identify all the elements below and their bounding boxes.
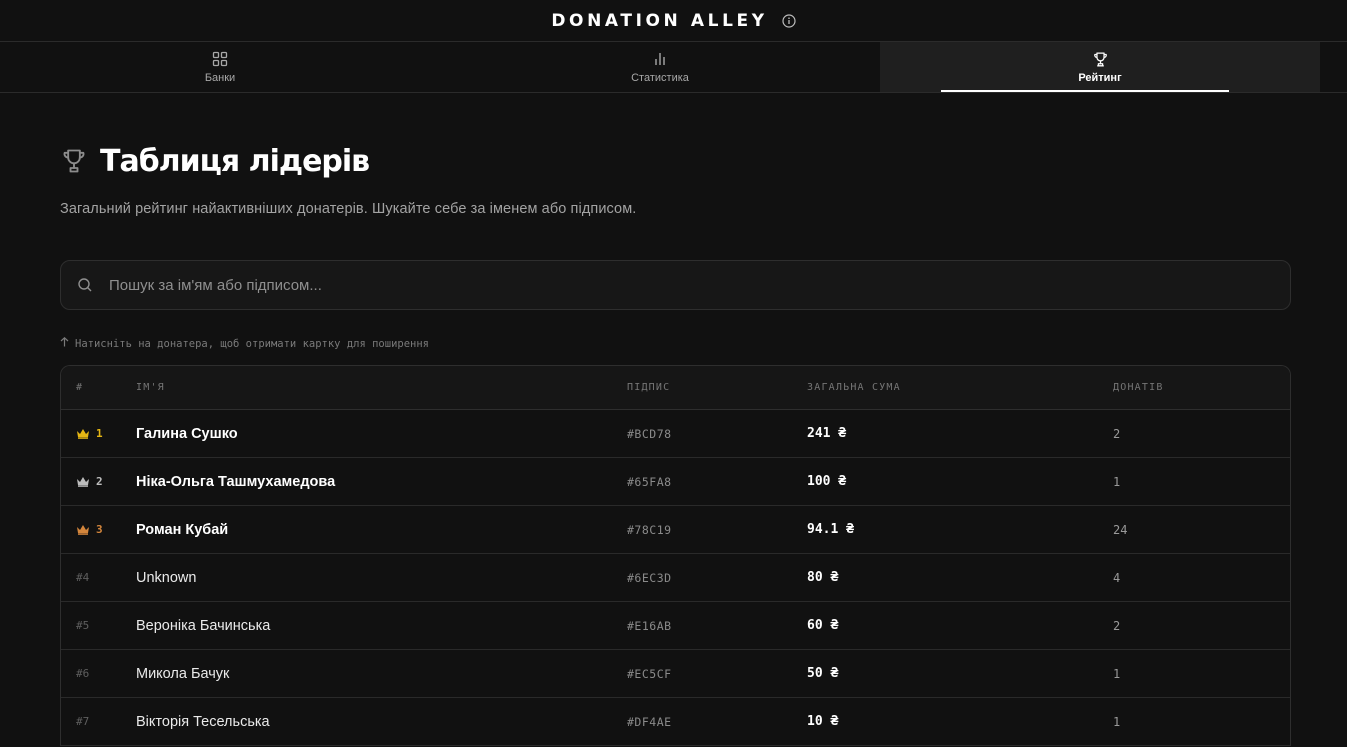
search-icon	[77, 277, 93, 293]
crown-silver-icon	[76, 476, 90, 487]
arrow-up-icon	[60, 336, 69, 350]
rank-number: 3	[96, 523, 103, 536]
donor-total: 60 ₴	[807, 618, 839, 633]
table-header: # ІМ'Я ПІДПИС ЗАГАЛЬНА СУМА ДОНАТІВ	[61, 366, 1290, 410]
table-row[interactable]: 1 Галина Сушко #BCD78 241 ₴ 2	[61, 410, 1290, 458]
rank-cell: #7	[61, 715, 136, 728]
share-hint-text: Натисніть на донатера, щоб отримати карт…	[75, 337, 430, 350]
donor-count: 4	[1113, 570, 1121, 585]
donor-signature: #E16AB	[627, 618, 672, 633]
donor-signature: #BCD78	[627, 426, 672, 441]
table-row[interactable]: #4 Unknown #6EC3D 80 ₴ 4	[61, 554, 1290, 602]
crown-bronze-icon	[76, 524, 90, 535]
donor-total: 50 ₴	[807, 666, 839, 681]
donor-name: Unknown	[136, 569, 197, 586]
rank-cell: #6	[61, 667, 136, 680]
rank-number: #5	[76, 619, 90, 632]
col-total-header: ЗАГАЛЬНА СУМА	[807, 382, 901, 393]
search-input[interactable]	[107, 275, 1290, 295]
table-row[interactable]: 3 Роман Кубай #78C19 94.1 ₴ 24	[61, 506, 1290, 554]
tab-label: Рейтинг	[1078, 72, 1122, 84]
donor-total: 80 ₴	[807, 570, 839, 585]
rank-number: #6	[76, 667, 90, 680]
rank-number: #4	[76, 571, 90, 584]
donor-name: Роман Кубай	[136, 521, 229, 538]
donor-name: Вікторія Тесельська	[136, 713, 270, 730]
grid-icon	[212, 50, 228, 68]
col-rank-header: #	[76, 382, 84, 393]
rank-number: 2	[96, 475, 103, 488]
page-subtitle: Загальний рейтинг найактивніших донатері…	[60, 201, 637, 217]
info-icon[interactable]	[782, 13, 796, 28]
donor-count: 2	[1113, 618, 1121, 633]
tab-banks[interactable]: Банки	[0, 42, 440, 92]
rank-number: #7	[76, 715, 90, 728]
donor-total: 10 ₴	[807, 714, 839, 729]
table-row[interactable]: #6 Микола Бачук #EC5CF 50 ₴ 1	[61, 650, 1290, 698]
page-heading: Таблиця лідерів	[60, 143, 1291, 179]
donor-total: 94.1 ₴	[807, 522, 854, 537]
donor-total: 241 ₴	[807, 426, 847, 441]
donor-name: Галина Сушко	[136, 425, 238, 442]
rank-cell: #5	[61, 619, 136, 632]
trophy-icon	[1092, 50, 1109, 68]
donor-signature: #DF4AE	[627, 714, 672, 729]
donor-signature: #EC5CF	[627, 666, 672, 681]
donor-total: 100 ₴	[807, 474, 847, 489]
search-box[interactable]	[60, 260, 1291, 310]
trophy-icon	[60, 147, 88, 175]
col-count-header: ДОНАТІВ	[1113, 382, 1164, 393]
table-row[interactable]: 2 Ніка-Ольга Ташмухамедова #65FA8 100 ₴ …	[61, 458, 1290, 506]
donor-count: 1	[1113, 474, 1121, 489]
table-row[interactable]: #7 Вікторія Тесельська #DF4AE 10 ₴ 1	[61, 698, 1290, 746]
tab-label: Банки	[204, 72, 236, 84]
tab-label: Статистика	[631, 72, 689, 84]
table-row[interactable]: #5 Вероніка Бачинська #E16AB 60 ₴ 2	[61, 602, 1290, 650]
donor-name: Микола Бачук	[136, 665, 230, 682]
col-signature-header: ПІДПИС	[627, 382, 671, 393]
rank-number: 1	[96, 427, 103, 440]
tab-bar: Банки Статистика Рейтинг	[0, 42, 1347, 93]
main-content: Таблиця лідерів Загальний рейтинг найакт…	[0, 143, 1347, 746]
share-hint: Натисніть на донатера, щоб отримати карт…	[60, 336, 1291, 350]
donor-signature: #78C19	[627, 522, 672, 537]
donor-signature: #65FA8	[627, 474, 672, 489]
donor-name: Ніка-Ольга Ташмухамедова	[136, 473, 336, 490]
tab-bar-spacer	[1320, 42, 1347, 92]
col-name-header: ІМ'Я	[136, 382, 165, 393]
donor-count: 2	[1113, 426, 1121, 441]
donor-count: 1	[1113, 666, 1121, 681]
donor-signature: #6EC3D	[627, 570, 672, 585]
donor-name: Вероніка Бачинська	[136, 617, 271, 634]
tab-statistics[interactable]: Статистика	[440, 42, 880, 92]
tab-rating[interactable]: Рейтинг	[880, 42, 1320, 92]
rank-cell: 3	[61, 523, 136, 536]
top-bar: DONATION ALLEY	[0, 0, 1347, 42]
donor-count: 24	[1113, 522, 1128, 537]
rank-cell: #4	[61, 571, 136, 584]
rank-cell: 1	[61, 427, 136, 440]
crown-gold-icon	[76, 428, 90, 439]
rank-cell: 2	[61, 475, 136, 488]
app-title: DONATION ALLEY	[551, 10, 768, 31]
bar-chart-icon	[652, 50, 668, 68]
page-title: Таблиця лідерів	[100, 143, 370, 179]
leaderboard-table: # ІМ'Я ПІДПИС ЗАГАЛЬНА СУМА ДОНАТІВ 1 Га…	[60, 365, 1291, 746]
donor-count: 1	[1113, 714, 1121, 729]
